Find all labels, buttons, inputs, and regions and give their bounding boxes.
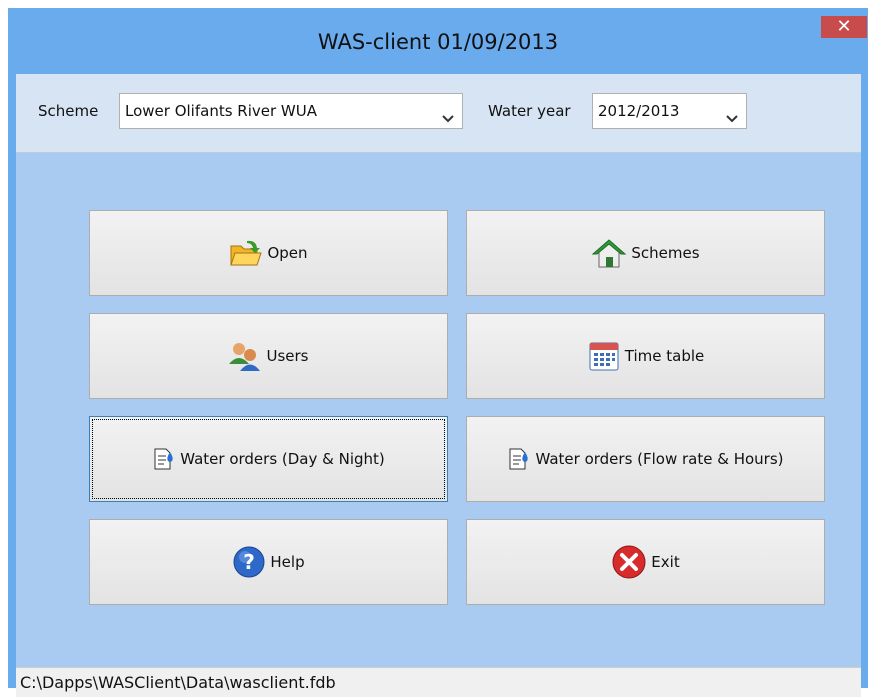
water-order-icon xyxy=(507,446,531,472)
exit-button-label: Exit xyxy=(651,553,680,571)
client-area: Scheme Lower Olifants River WUA Water ye… xyxy=(16,74,861,697)
window-title: WAS-client 01/09/2013 xyxy=(317,30,559,54)
help-button[interactable]: ? Help xyxy=(89,519,448,605)
water-order-icon xyxy=(152,446,176,472)
database-path: C:\Dapps\WASClient\Data\wasclient.fdb xyxy=(20,673,336,692)
help-icon: ? xyxy=(232,545,266,579)
filter-bar: Scheme Lower Olifants River WUA Water ye… xyxy=(16,74,861,153)
users-button-label: Users xyxy=(266,347,309,365)
water-orders-day-night-button[interactable]: Water orders (Day & Night) xyxy=(89,416,448,502)
exit-icon xyxy=(611,544,647,580)
water-orders-day-night-label: Water orders (Day & Night) xyxy=(180,450,385,468)
users-button[interactable]: Users xyxy=(89,313,448,399)
time-table-button-label: Time table xyxy=(624,347,705,365)
schemes-button-label: Schemes xyxy=(631,244,700,262)
open-button[interactable]: Open xyxy=(89,210,448,296)
users-icon xyxy=(228,340,262,372)
calendar-icon xyxy=(587,339,621,373)
water-orders-flow-rate-label: Water orders (Flow rate & Hours) xyxy=(535,450,784,468)
help-button-label: Help xyxy=(270,553,305,571)
title-bar[interactable]: WAS-client 01/09/2013 ✕ xyxy=(8,8,868,73)
open-folder-icon xyxy=(229,238,263,268)
water-year-label: Water year xyxy=(488,102,571,120)
scheme-select-value: Lower Olifants River WUA xyxy=(125,102,317,120)
scheme-select[interactable]: Lower Olifants River WUA xyxy=(119,93,463,129)
close-icon: ✕ xyxy=(836,16,852,37)
open-button-label: Open xyxy=(267,244,308,262)
house-icon xyxy=(591,237,627,269)
water-year-select-value: 2012/2013 xyxy=(598,102,680,120)
svg-text:?: ? xyxy=(244,550,256,574)
schemes-button[interactable]: Schemes xyxy=(466,210,825,296)
close-button[interactable]: ✕ xyxy=(821,16,867,38)
water-year-select[interactable]: 2012/2013 xyxy=(592,93,747,129)
water-orders-flow-rate-button[interactable]: Water orders (Flow rate & Hours) xyxy=(466,416,825,502)
app-window: WAS-client 01/09/2013 ✕ Scheme Lower Oli… xyxy=(8,8,868,697)
chevron-down-icon xyxy=(442,108,454,127)
chevron-down-icon xyxy=(726,108,738,127)
status-bar: C:\Dapps\WASClient\Data\wasclient.fdb xyxy=(16,667,861,697)
time-table-button[interactable]: Time table xyxy=(466,313,825,399)
exit-button[interactable]: Exit xyxy=(466,519,825,605)
scheme-label: Scheme xyxy=(38,102,99,120)
